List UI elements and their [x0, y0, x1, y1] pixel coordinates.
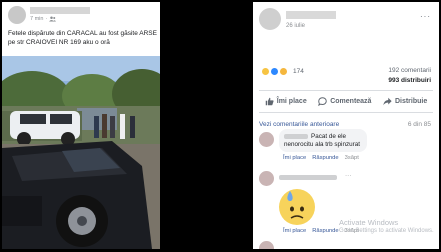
comment-counter: 6 din 85 [407, 121, 431, 128]
post-date[interactable]: 26 iulie [286, 23, 305, 29]
thumbs-up-icon [265, 97, 274, 106]
comment-actions: Îmi place Răspunde 3săpt [283, 155, 359, 161]
shares-count[interactable]: 993 distribuiri [388, 77, 431, 84]
comment-text: Pacat de ele nenorocitu ala trb spinzura… [284, 133, 360, 148]
like-label: Îmi place [276, 98, 307, 105]
friends-icon [49, 16, 57, 22]
comment-reply-link[interactable]: Răspunde [312, 228, 338, 234]
commenter-name-redacted[interactable] [279, 175, 337, 180]
avatar[interactable] [8, 6, 26, 24]
post-photo[interactable] [2, 56, 160, 249]
screenshot-composite: 7 min · Fetele dispărute din CARACAL au … [0, 0, 441, 252]
action-bar: Îmi place Comentează Distribuie [259, 97, 433, 106]
author-name-redacted[interactable] [30, 7, 90, 14]
post-time[interactable]: 7 min [30, 16, 43, 22]
commenter-avatar[interactable] [259, 171, 274, 186]
sad-sweat-emoji [279, 189, 315, 225]
comment-reply-link[interactable]: Răspunde [312, 155, 338, 161]
watermark-subtitle: Go to Settings to activate Windows. [339, 228, 434, 234]
comment-like-link[interactable]: Îmi place [283, 228, 306, 234]
view-previous-comments-link[interactable]: Vezi comentariile anterioare [259, 121, 339, 128]
comment-like-link[interactable]: Îmi place [283, 155, 306, 161]
reactions-count: 174 [293, 68, 304, 75]
comment-label: Comentează [330, 98, 372, 105]
share-label: Distribuie [394, 98, 428, 105]
right-post: 26 iulie ··· 174 192 comentarii 993 dist… [253, 2, 439, 249]
comment-time[interactable]: 3săpt [345, 155, 359, 161]
like-button[interactable]: Îmi place [265, 97, 307, 106]
comment-icon [318, 97, 327, 106]
post-caption: Fetele dispărute din CARACAL au fost găs… [8, 30, 157, 46]
like-reaction-icon [270, 67, 279, 76]
share-button[interactable]: Distribuie [383, 97, 427, 106]
divider [259, 90, 433, 91]
commenter-avatar[interactable] [259, 241, 274, 249]
watermark-title: Activate Windows [339, 218, 399, 227]
author-name-redacted[interactable] [286, 11, 336, 19]
separator: · [45, 16, 48, 22]
divider [259, 112, 433, 113]
comment-button[interactable]: Comentează [318, 97, 371, 106]
more-options-icon[interactable]: ··· [420, 12, 431, 21]
comment-more-icon[interactable]: ··· [345, 172, 351, 180]
comments-count[interactable]: 192 comentarii [388, 67, 431, 74]
reactions-summary[interactable]: 174 [261, 67, 304, 76]
post-meta: 7 min · [30, 16, 57, 22]
share-arrow-icon [383, 97, 392, 106]
avatar[interactable] [259, 8, 281, 30]
commenter-avatar[interactable] [259, 132, 274, 147]
sad-reaction-icon [261, 67, 270, 76]
windows-watermark: Activate Windows Go to Settings to activ… [339, 218, 434, 236]
wow-reaction-icon [279, 67, 288, 76]
left-post: 7 min · Fetele dispărute din CARACAL au … [2, 2, 160, 249]
